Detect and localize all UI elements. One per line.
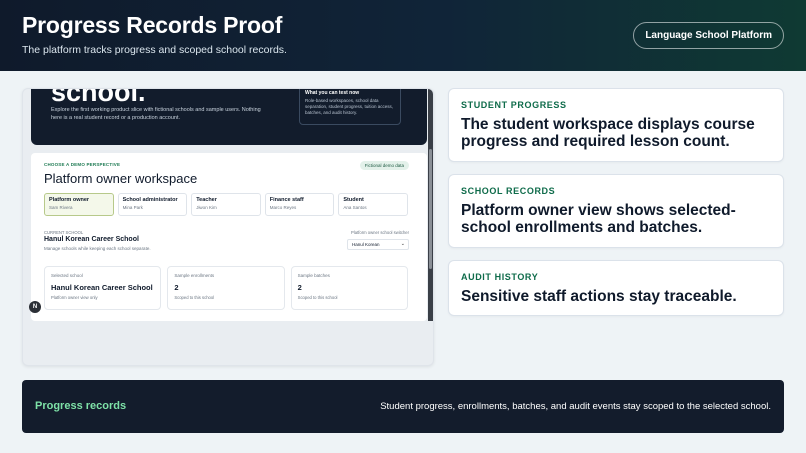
current-school-name: Hanul Korean Career School: [44, 236, 139, 243]
role-name: Finance staff: [269, 197, 304, 203]
n-badge-button[interactable]: N: [29, 301, 41, 313]
scrollbar-thumb[interactable]: [429, 149, 432, 269]
card-headline: Platform owner view shows selected-schoo…: [461, 202, 736, 236]
test-now-box: What you can test now Role-based workspa…: [299, 89, 401, 125]
stat-label: Sample batches: [297, 273, 330, 278]
stat-label: Selected school: [51, 273, 83, 278]
stat-sub: Scoped to this school: [174, 295, 215, 300]
stat-value: 2: [297, 283, 302, 292]
stat-label: Sample enrollments: [174, 273, 215, 278]
card-kicker: AUDIT HISTORY: [461, 272, 539, 282]
role-name: Platform owner: [49, 197, 90, 203]
current-school-desc: Manage schools while keeping each school…: [44, 246, 151, 251]
page-title: Progress Records Proof: [22, 12, 283, 38]
stat-value: Hanul Korean Career School: [51, 283, 153, 292]
card-kicker: STUDENT PROGRESS: [461, 100, 567, 110]
hero-banner: school. Explore the first working produc…: [31, 89, 427, 145]
role-person: Jiwon Kim: [196, 205, 217, 210]
card-audit-history: AUDIT HISTORY Sensitive staff actions st…: [448, 260, 784, 316]
role-school-administrator[interactable]: School administrator Mina Park: [117, 193, 188, 216]
card-school-records: SCHOOL RECORDS Platform owner view shows…: [448, 174, 784, 248]
footer-text: Student progress, enrollments, batches, …: [380, 401, 771, 412]
role-person: Marco Reyes: [269, 205, 297, 210]
stat-sub: Platform owner view only: [51, 295, 98, 300]
role-selector: Platform owner Sam Rivera School adminis…: [44, 193, 408, 216]
platform-button[interactable]: Language School Platform: [633, 22, 784, 49]
stat-value: 2: [174, 283, 179, 292]
footer-label: Progress records: [35, 400, 127, 412]
stats-row: Selected school Hanul Korean Career Scho…: [44, 266, 408, 310]
role-name: Student: [343, 197, 364, 203]
chevron-down-icon: ⌄: [400, 241, 405, 247]
role-finance-staff[interactable]: Finance staff Marco Reyes: [264, 193, 335, 216]
card-kicker: SCHOOL RECORDS: [461, 186, 556, 196]
role-name: School administrator: [122, 197, 178, 203]
stat-card: Sample batches 2 Scoped to this school: [290, 266, 408, 310]
role-person: Mina Park: [122, 205, 143, 210]
stat-card: Sample enrollments 2 Scoped to this scho…: [167, 266, 285, 310]
role-teacher[interactable]: Teacher Jiwon Kim: [191, 193, 261, 216]
stat-sub: Scoped to this school: [297, 295, 338, 300]
card-headline: Sensitive staff actions stay traceable.: [461, 288, 737, 305]
header-bar: Progress Records Proof The platform trac…: [0, 0, 806, 71]
role-person: Ana Santos: [343, 205, 367, 210]
card-headline: The student workspace displays course pr…: [461, 116, 755, 150]
school-switcher-select[interactable]: Hanul Korean ⌄: [347, 239, 409, 250]
workspace-title: Platform owner workspace: [44, 171, 198, 186]
demo-data-badge: Fictional demo data: [359, 161, 409, 170]
role-name: Teacher: [196, 197, 217, 203]
role-person: Sam Rivera: [49, 205, 73, 210]
stat-card: Selected school Hanul Korean Career Scho…: [44, 266, 162, 310]
card-student-progress: STUDENT PROGRESS The student workspace d…: [448, 88, 784, 162]
workspace-kicker: CHOOSE A DEMO PERSPECTIVE: [44, 162, 121, 167]
app-screenshot-panel: school. Explore the first working produc…: [22, 88, 434, 366]
school-switcher-label: Platform owner school switcher: [351, 230, 409, 235]
school-switcher-value: Hanul Korean: [352, 242, 380, 247]
workspace-panel: CHOOSE A DEMO PERSPECTIVE Platform owner…: [31, 153, 427, 321]
footer-bar: Progress records Student progress, enrol…: [22, 380, 784, 433]
role-student[interactable]: Student Ana Santos: [338, 193, 408, 216]
test-now-desc: Role-based workspaces, school data separ…: [305, 98, 394, 115]
test-now-title: What you can test now: [305, 90, 360, 96]
page-subtitle: The platform tracks progress and scoped …: [22, 44, 287, 56]
role-platform-owner[interactable]: Platform owner Sam Rivera: [44, 193, 114, 216]
current-school-label: CURRENT SCHOOL: [44, 230, 84, 235]
hero-description: Explore the first working product slice …: [51, 107, 261, 121]
